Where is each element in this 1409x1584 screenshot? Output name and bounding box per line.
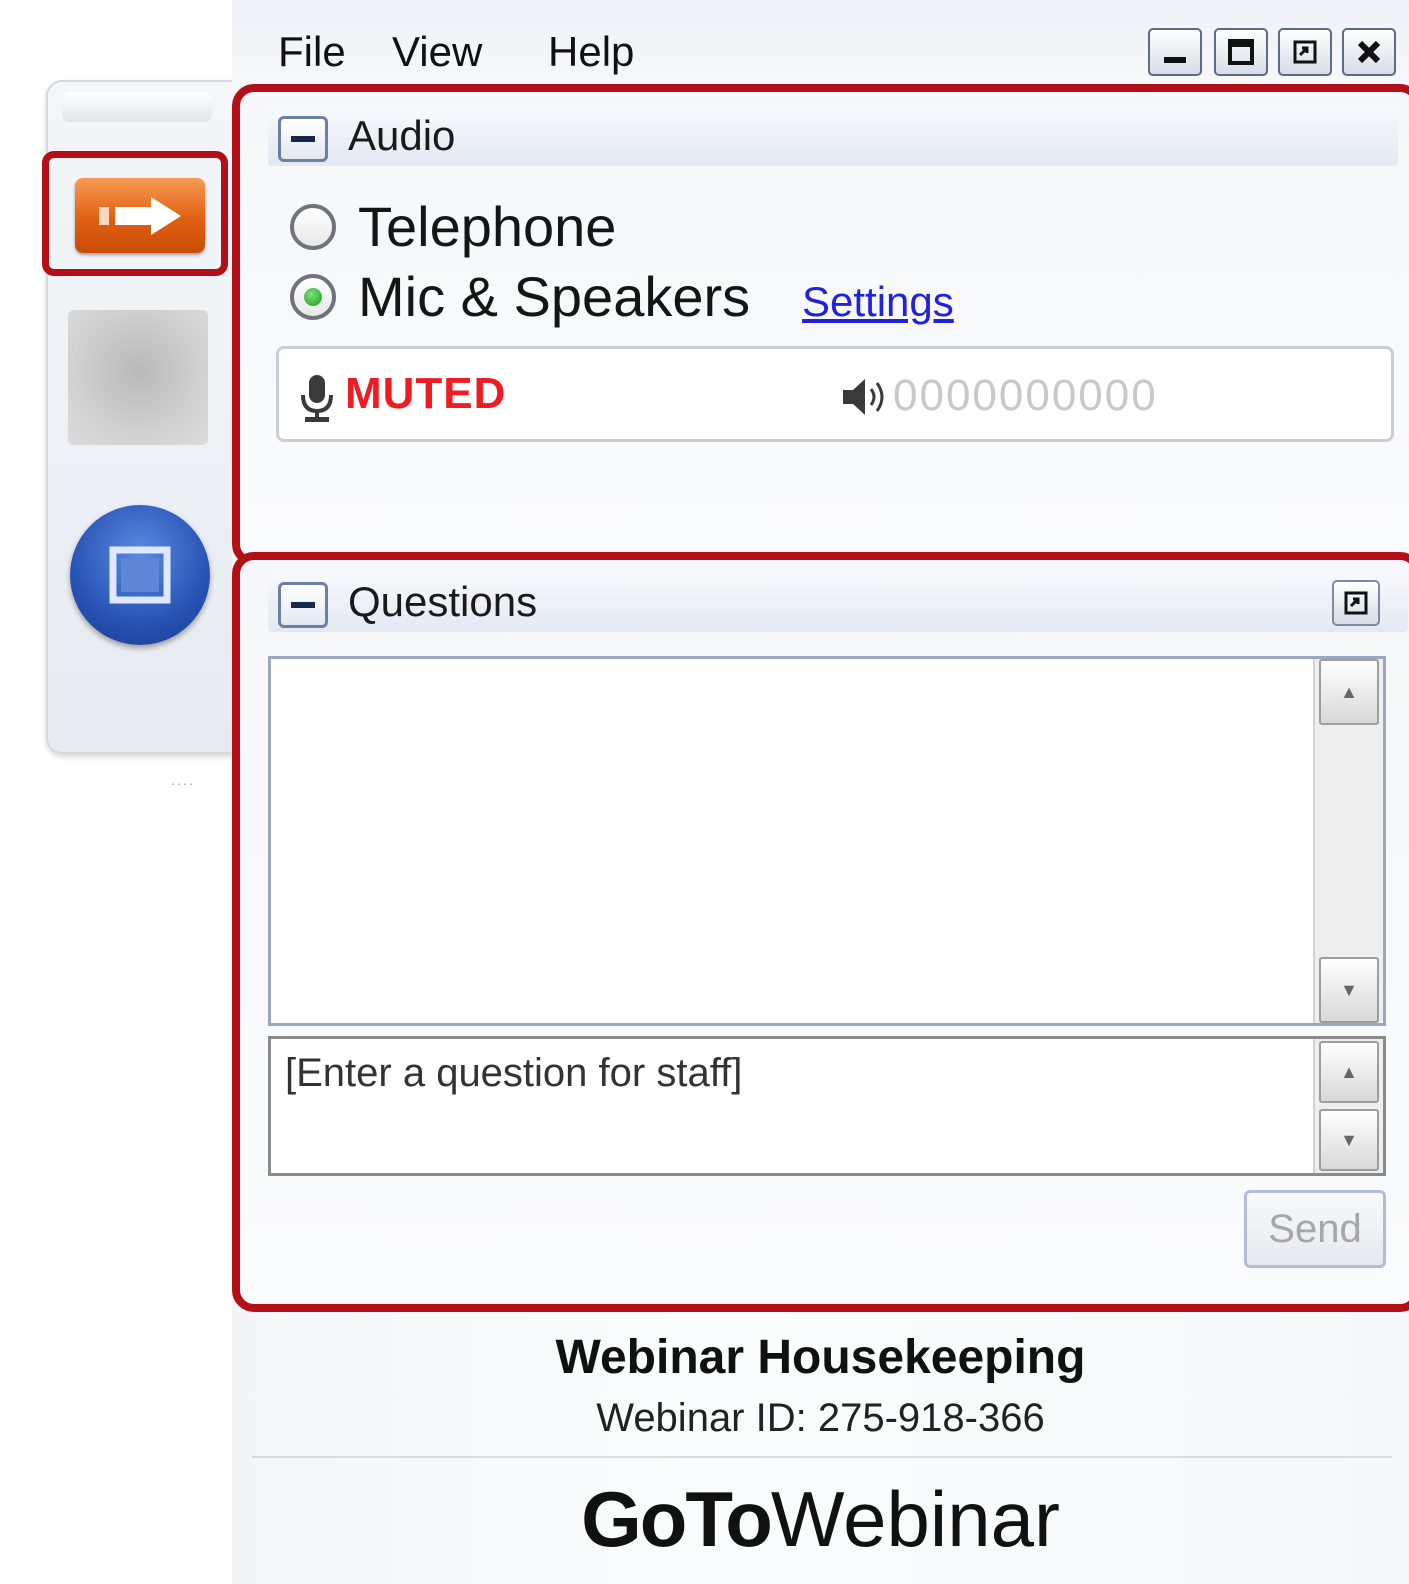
popout-icon	[1344, 591, 1368, 615]
sidebar-grip-top[interactable]	[62, 92, 212, 122]
scroll-down-button[interactable]: ▼	[1319, 957, 1379, 1023]
maximize-button[interactable]	[1214, 28, 1268, 76]
gotowebinar-logo: GoToWebinar	[232, 1474, 1409, 1565]
mic-speakers-option[interactable]: Mic & Speakers	[290, 264, 750, 329]
input-scroll-down-button[interactable]: ▼	[1319, 1109, 1379, 1171]
highlight-box-panel-toggle	[42, 151, 228, 276]
audio-settings-link[interactable]: Settings	[802, 278, 954, 326]
telephone-label: Telephone	[358, 195, 617, 258]
audio-panel-title: Audio	[348, 112, 456, 159]
mute-status: MUTED	[345, 369, 507, 418]
scroll-down-icon: ▼	[1340, 1129, 1358, 1150]
gotowebinar-control-panel: File View Help Audio Telephone Mic & Spe…	[232, 0, 1409, 1584]
menu-bar: File View Help	[232, 0, 1409, 95]
question-input[interactable]: [Enter a question for staff] ▲ ▼	[268, 1036, 1386, 1176]
webcam-thumbnail[interactable]	[68, 310, 208, 445]
questions-collapse-button[interactable]	[278, 582, 328, 628]
questions-panel-header: Questions	[268, 572, 1408, 632]
menu-view[interactable]: View	[392, 28, 482, 76]
history-scrollbar[interactable]: ▲ ▼	[1313, 659, 1383, 1023]
telephone-radio[interactable]	[290, 203, 336, 250]
minimize-button[interactable]	[1148, 28, 1202, 76]
question-input-placeholder: [Enter a question for staff]	[285, 1051, 743, 1095]
audio-level-meter: 0000000000	[893, 371, 1158, 420]
minimize-icon	[1164, 57, 1186, 63]
brand-bold: GoTo	[581, 1475, 773, 1563]
mic-speakers-radio[interactable]	[290, 273, 336, 320]
questions-popout-button[interactable]	[1332, 580, 1380, 626]
speaker-icon	[843, 379, 884, 415]
maximize-icon	[1228, 39, 1254, 65]
scroll-up-icon: ▲	[1340, 1061, 1358, 1082]
audio-collapse-button[interactable]	[278, 116, 328, 162]
webinar-title: Webinar Housekeeping	[555, 1331, 1086, 1384]
input-scroll-up-button[interactable]: ▲	[1319, 1041, 1379, 1103]
screen-share-icon	[109, 546, 171, 604]
microphone-icon[interactable]	[297, 373, 337, 425]
send-button[interactable]: Send	[1244, 1190, 1386, 1268]
questions-panel-title: Questions	[348, 578, 538, 625]
close-icon	[1357, 40, 1381, 64]
audio-panel-header: Audio	[268, 106, 1398, 166]
restore-icon	[1293, 40, 1317, 64]
webinar-id: Webinar ID: 275-918-366	[596, 1396, 1045, 1440]
audio-status-bar: MUTED 0000000000	[276, 346, 1394, 442]
scroll-down-icon: ▼	[1340, 979, 1358, 1000]
menu-file[interactable]: File	[278, 28, 346, 76]
scroll-up-button[interactable]: ▲	[1319, 659, 1379, 725]
close-button[interactable]	[1342, 28, 1396, 76]
screen-share-button[interactable]	[70, 505, 210, 645]
mic-speakers-label: Mic & Speakers	[358, 265, 751, 328]
restore-button[interactable]	[1278, 28, 1332, 76]
questions-history-log[interactable]: ▲ ▼	[268, 656, 1386, 1026]
sidebar-grip-bottom[interactable]: ....	[148, 772, 218, 792]
telephone-option[interactable]: Telephone	[290, 194, 616, 259]
input-scrollbar[interactable]: ▲ ▼	[1313, 1039, 1383, 1173]
audio-panel: Audio Telephone Mic & Speakers Settings …	[232, 84, 1409, 566]
footer-divider	[252, 1456, 1392, 1458]
scroll-up-icon: ▲	[1340, 681, 1358, 702]
menu-help[interactable]: Help	[548, 28, 634, 76]
brand-light: Webinar	[770, 1475, 1060, 1563]
